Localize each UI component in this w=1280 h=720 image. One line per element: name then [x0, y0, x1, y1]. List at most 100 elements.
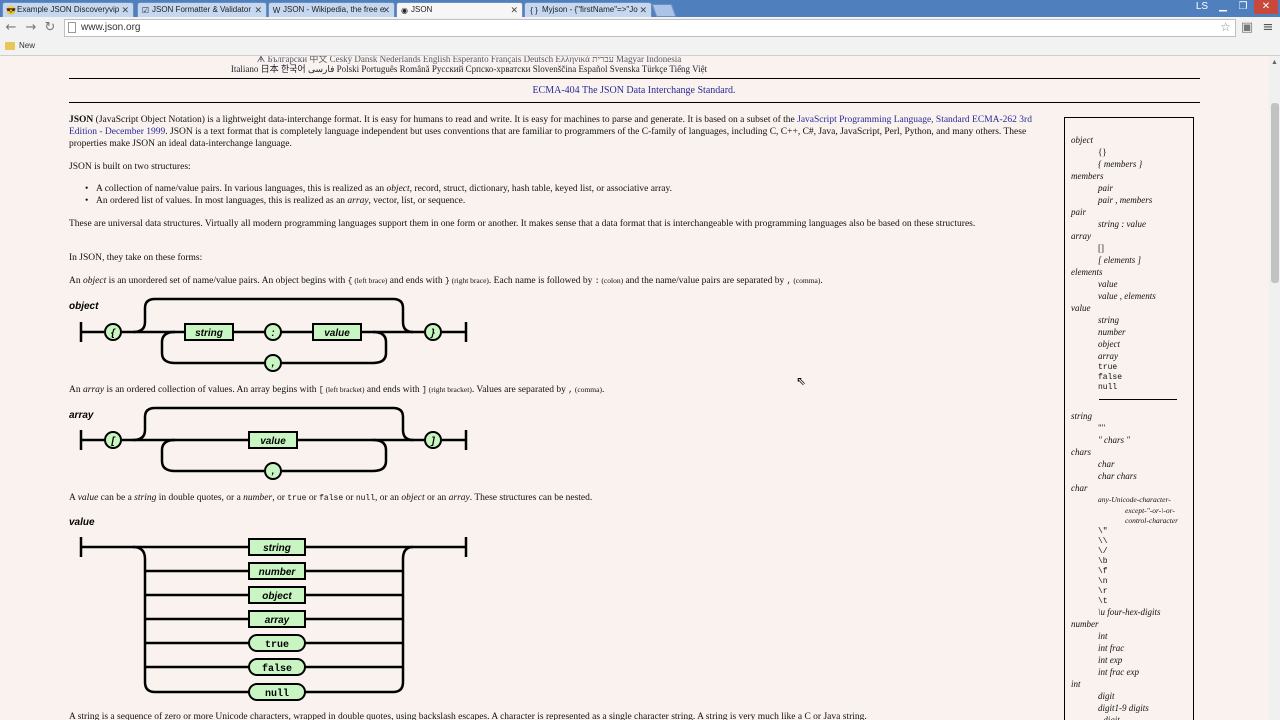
grammar-line: char: [1071, 483, 1088, 493]
close-icon[interactable]: ✕: [382, 3, 390, 17]
grammar-line: string : value: [1098, 219, 1146, 229]
grammar-line: string: [1071, 411, 1093, 421]
grammar-line: value: [1071, 303, 1091, 313]
tab-myjson[interactable]: { } Myjson - {"firstName"=>"Jo ✕: [524, 2, 652, 17]
true-label: true: [265, 640, 289, 651]
grammar-line: \\: [1098, 536, 1108, 546]
new-tab-button[interactable]: [651, 4, 677, 17]
minimize-icon[interactable]: ▁: [1214, 0, 1232, 14]
grammar-line: \n: [1098, 576, 1108, 586]
folder-icon: [5, 42, 15, 50]
grammar-line: string: [1098, 315, 1120, 325]
false-label: false: [262, 663, 292, 675]
grammar-line: digit1-9 digits: [1098, 702, 1149, 713]
extension-icon[interactable]: ▣: [1240, 20, 1254, 36]
right-bracket-label: ]: [430, 436, 435, 447]
browser-toolbar: ← → ↻ www.json.org ☆ ▣ ≡: [0, 17, 1280, 39]
array-label: array: [265, 615, 290, 626]
grammar-line: object: [1071, 135, 1093, 145]
back-arrow-icon[interactable]: ←: [4, 20, 18, 36]
bookmark-new[interactable]: New: [19, 41, 35, 50]
grammar-line: array: [1098, 351, 1118, 361]
grammar-line: int: [1071, 678, 1081, 689]
json-logo-icon: ◉: [401, 6, 408, 15]
colon-label: :: [271, 328, 274, 339]
grammar-line: object: [1098, 339, 1120, 349]
grammar-line: pair , members: [1098, 195, 1153, 205]
grammar-line: \b: [1098, 556, 1108, 566]
grammar-line: digit: [1098, 690, 1115, 701]
railroad-diagrams: { string : value } , [ value ] , string …: [79, 297, 468, 701]
comma-label: ,: [271, 358, 275, 369]
grammar-line: char: [1098, 459, 1115, 469]
grammar-line: pair: [1071, 207, 1087, 217]
grammar-line: pair: [1098, 183, 1114, 193]
grammar-line: int exp: [1098, 654, 1123, 665]
grammar-line: number: [1098, 327, 1126, 337]
bookmark-star-icon[interactable]: ☆: [1220, 20, 1231, 34]
tab-label: JSON: [411, 5, 433, 14]
page-content: ᗗ Български 中文 Český Dansk Nederlands En…: [0, 56, 1268, 720]
grammar-sidebar: object {} { members } members pair pair , mem…: [1064, 117, 1194, 720]
close-icon[interactable]: ✕: [121, 3, 129, 17]
tab-label: Example JSON Discoveryvip: [17, 5, 120, 14]
grammar-line: {}: [1098, 147, 1107, 157]
close-icon[interactable]: ✕: [254, 3, 262, 17]
grammar-line: value , elements: [1098, 291, 1156, 301]
right-brace-label: }: [430, 328, 435, 339]
grammar-line: \/: [1098, 546, 1108, 556]
grammar-line: " chars ": [1098, 435, 1131, 445]
string-label: string: [263, 543, 291, 554]
grammar-line: null: [1098, 383, 1118, 392]
scroll-up-icon[interactable]: ▲: [1271, 58, 1278, 66]
checkbox-favicon-icon: ☑: [141, 6, 150, 15]
grammar-line: \r: [1098, 586, 1108, 596]
address-bar[interactable]: www.json.org ☆: [64, 19, 1236, 37]
maximize-icon[interactable]: ❐: [1234, 0, 1252, 14]
grammar-line: value: [1098, 279, 1118, 289]
grammar-line: elements: [1071, 267, 1103, 277]
grammar-line: \u four-hex-digits: [1098, 606, 1161, 617]
tab-label: JSON Formatter & Validator: [152, 5, 251, 14]
profile-badge[interactable]: LS: [1195, 0, 1209, 14]
url-text: www.json.org: [81, 22, 141, 33]
scrollbar-thumb[interactable]: [1271, 103, 1279, 283]
close-icon[interactable]: ✕: [639, 3, 647, 17]
wikipedia-icon: W: [272, 6, 281, 15]
grammar-line: true: [1098, 363, 1118, 372]
grammar-line: \t: [1098, 596, 1108, 606]
forward-arrow-icon[interactable]: →: [24, 20, 38, 36]
grammar-line: members: [1071, 171, 1104, 181]
tab-label: Myjson - {"firstName"=>"Jo: [542, 5, 638, 14]
grammar-line: control-character: [1125, 516, 1179, 525]
divider: [1099, 399, 1177, 400]
grammar-line: - digit: [1098, 714, 1120, 720]
grammar-line: { members }: [1098, 159, 1143, 169]
grammar-line: [ elements ]: [1098, 255, 1141, 265]
close-window-icon[interactable]: ✕: [1254, 0, 1278, 14]
grammar-line: false: [1098, 373, 1123, 382]
menu-icon[interactable]: ≡: [1261, 20, 1275, 36]
page-icon: [68, 22, 76, 33]
tab-label: JSON - Wikipedia, the free e: [283, 5, 385, 14]
object-label: object: [262, 591, 292, 602]
grammar-line: except-"-or-\-or-: [1125, 505, 1175, 515]
reload-icon[interactable]: ↻: [43, 20, 57, 36]
tab-wikipedia[interactable]: W JSON - Wikipedia, the free e ✕: [268, 2, 395, 17]
grammar-line: int frac exp: [1098, 666, 1139, 677]
null-label: null: [265, 688, 289, 700]
tab-example-json[interactable]: 😎 Example JSON Discoveryvip ✕: [2, 2, 134, 17]
value-label: value: [324, 328, 350, 339]
bookmarks-bar: New: [0, 39, 1280, 56]
tab-json[interactable]: ◉ JSON ✕: [396, 2, 523, 17]
braces-icon: { }: [530, 6, 538, 15]
number-label: number: [259, 567, 297, 578]
value-label: value: [260, 436, 286, 447]
grammar-line: array: [1071, 231, 1091, 241]
mouse-cursor-icon: ⇖: [796, 374, 807, 388]
favicon-icon: 😎: [6, 6, 16, 15]
close-icon[interactable]: ✕: [510, 3, 518, 17]
grammar-line: number: [1071, 618, 1099, 629]
grammar-line: \f: [1098, 566, 1108, 576]
tab-json-formatter[interactable]: ☑ JSON Formatter & Validator ✕: [137, 2, 267, 17]
